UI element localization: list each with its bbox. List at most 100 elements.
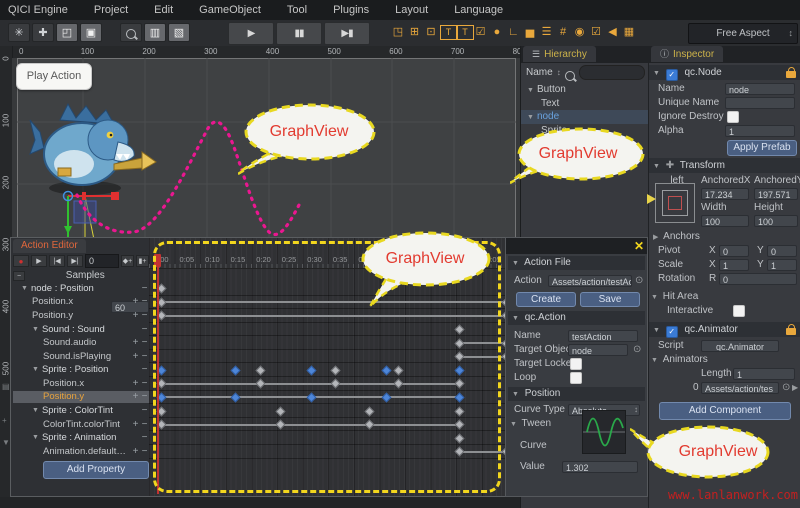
image-icon[interactable]: ▤ (2, 382, 10, 391)
add-key-button[interactable]: + (131, 296, 140, 307)
add-key-button[interactable]: + (131, 419, 140, 430)
bar-tool[interactable]: ▅ (522, 24, 538, 41)
position-header[interactable]: ▼ Position (508, 387, 645, 401)
animators-row[interactable]: ▼ Animators (649, 353, 800, 367)
step-button[interactable]: ▶▮ (324, 22, 370, 45)
tab-hierarchy[interactable]: ☰Hierarchy (523, 46, 596, 62)
hit-area-row[interactable]: ▼ Hit Area (649, 290, 800, 304)
play-action-button[interactable]: Play Action (16, 63, 92, 90)
text-tool[interactable]: T (440, 25, 458, 40)
list-tool[interactable]: ☰ (539, 24, 555, 41)
play-button[interactable]: ▶ (228, 22, 274, 45)
hierarchy-item-button[interactable]: ▼Button (521, 83, 649, 97)
action-name-field[interactable]: testAction (568, 330, 638, 342)
remove-button[interactable]: − (140, 378, 149, 389)
scale-tool[interactable]: ◰ (56, 23, 78, 42)
property-row-spriteposition[interactable]: ▼Sprite : Position− (13, 363, 149, 376)
uiimage-tool[interactable]: ⊞ (407, 24, 423, 41)
corner-tool[interactable]: ∟ (506, 24, 522, 41)
object-picker-icon[interactable]: ⊙ (635, 274, 643, 288)
remove-button[interactable]: − (140, 351, 149, 362)
aspect-dropdown[interactable]: Free Aspect ↕ (688, 23, 798, 44)
remove-button[interactable]: − (140, 337, 149, 348)
action-file-field[interactable]: Assets/action/testActio (548, 275, 632, 287)
property-row-position.y[interactable]: Position.y+− (13, 309, 149, 322)
remove-button[interactable]: − (140, 432, 149, 443)
fold-icon[interactable]: ▼ (2, 438, 10, 447)
chevron-down-icon[interactable]: ▼ (32, 366, 39, 373)
menu-item[interactable]: Project (94, 4, 128, 16)
chevron-down-icon[interactable]: ▼ (32, 407, 39, 414)
property-row-nodeposition[interactable]: ▼node : Position− (13, 282, 149, 295)
sprite-tool[interactable]: ◳ (390, 24, 406, 41)
add-key-button[interactable]: + (131, 310, 140, 321)
qcaction-header[interactable]: ▼ qc.Action (508, 311, 645, 325)
chevron-down-icon[interactable]: ▼ (32, 434, 39, 441)
chevron-down-icon[interactable]: ▼ (21, 285, 28, 292)
chevron-down-icon[interactable]: ▼ (527, 87, 534, 94)
anchoredy-field[interactable]: 197.571 (754, 188, 798, 200)
menu-item[interactable]: Plugins (333, 4, 369, 16)
tilemap-tool[interactable]: ▦ (621, 24, 637, 41)
anchors-row[interactable]: ▶ Anchors (649, 230, 800, 244)
chevron-down-icon[interactable]: ▼ (527, 114, 534, 121)
panel-toggle[interactable]: ▥ (144, 23, 166, 42)
play-button[interactable]: ▶ (31, 255, 47, 267)
remove-button[interactable]: − (140, 296, 149, 307)
pause-button[interactable]: ▮▮ (276, 22, 322, 45)
add-event-button[interactable]: ▮+ (136, 255, 149, 267)
toggle-tool[interactable]: ☑ (588, 24, 604, 41)
play-preview-icon[interactable]: ▶ (792, 381, 798, 395)
sound-tool[interactable]: ◀ (605, 24, 621, 41)
animator-asset-field[interactable]: Assets/action/tes (701, 382, 779, 394)
property-row-animation.defaultanima[interactable]: Animation.defaultAnima+− (13, 445, 149, 458)
collapse-button[interactable]: − (13, 271, 25, 281)
scale-x-field[interactable]: 1 (719, 259, 749, 271)
chevron-down-icon[interactable]: ▼ (32, 326, 39, 333)
record-button[interactable]: ● (13, 255, 29, 267)
move-tool[interactable]: ✚ (32, 23, 54, 42)
menu-item[interactable]: GameObject (199, 4, 261, 16)
add-key-button[interactable]: + (131, 446, 140, 457)
apply-prefab-button[interactable]: Apply Prefab (727, 140, 797, 156)
menu-item[interactable]: Language (454, 4, 503, 16)
curve-preview[interactable] (582, 410, 626, 454)
target-object-field[interactable]: node (568, 344, 628, 356)
hierarchy-item-text[interactable]: Text (521, 97, 649, 111)
scale-y-field[interactable]: 1 (767, 259, 797, 271)
zoom-tool[interactable] (120, 23, 142, 42)
add-keyframe-button[interactable]: ◆+ (121, 255, 134, 267)
menu-item[interactable]: Layout (395, 4, 428, 16)
property-row-position.x[interactable]: Position.x+− (13, 296, 149, 309)
pivot-x-field[interactable]: 0 (719, 245, 749, 257)
alpha-field[interactable]: 1 (725, 125, 795, 137)
save-button[interactable]: Save (580, 292, 640, 307)
tab-action-editor[interactable]: Action Editor (13, 239, 86, 253)
property-row-soundsound[interactable]: ▼Sound : Sound− (13, 323, 149, 336)
property-row-sound.audio[interactable]: Sound.audio+− (13, 336, 149, 349)
bitmap-text-tool[interactable]: T (456, 25, 474, 40)
property-row-position.x[interactable]: Position.x+− (13, 377, 149, 390)
remove-button[interactable]: − (140, 364, 149, 375)
script-field[interactable]: qc.Animator (701, 340, 779, 352)
height-field[interactable]: 100 (754, 215, 798, 227)
remove-button[interactable]: − (140, 310, 149, 321)
chevron-down-icon[interactable]: ▼ (653, 327, 660, 334)
width-field[interactable]: 100 (701, 215, 749, 227)
search-input[interactable] (579, 65, 645, 80)
length-field[interactable]: 1 (733, 368, 795, 380)
add-component-button[interactable]: Add Component (659, 402, 791, 420)
action-file-header[interactable]: ▼ Action File (508, 256, 645, 270)
property-row-colortint.colortint[interactable]: ColorTint.colorTint+− (13, 418, 149, 431)
remove-button[interactable]: − (140, 283, 149, 294)
loop-checkbox[interactable] (570, 372, 582, 384)
add-property-button[interactable]: Add Property (43, 461, 149, 479)
menu-item[interactable]: QICI Engine (8, 4, 68, 16)
frame-tool[interactable]: ▣ (80, 23, 102, 42)
checkbox-tool[interactable]: ☑ (473, 24, 489, 41)
rotation-field[interactable]: 0 (719, 273, 797, 285)
hand-tool[interactable]: ✳ (8, 23, 30, 42)
lock-icon[interactable] (786, 67, 796, 78)
anchoredx-field[interactable]: 17.234 (701, 188, 749, 200)
frame-field[interactable]: 0 (85, 254, 119, 268)
